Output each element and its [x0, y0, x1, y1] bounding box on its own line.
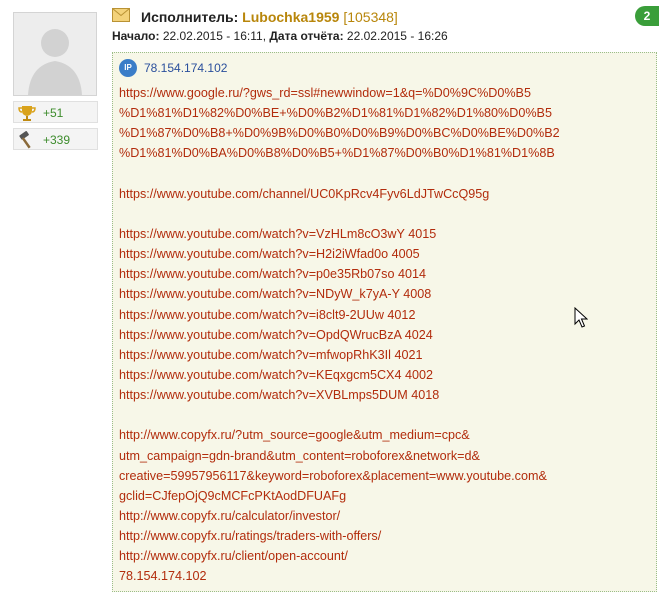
start-value: 22.02.2015 - 16:11,	[162, 29, 267, 43]
video-url-line[interactable]: https://www.youtube.com/watch?v=H2i2iWfa…	[119, 244, 649, 264]
copyfx-url-line[interactable]: http://www.copyfx.ru/calculator/investor…	[119, 506, 649, 526]
report-header: Исполнитель: Lubochka1959 [105348]	[112, 6, 652, 26]
video-url-line[interactable]: https://www.youtube.com/watch?v=VzHLm8cO…	[119, 224, 649, 244]
copyfx-url-line[interactable]: http://www.copyfx.ru/?utm_source=google&…	[119, 425, 649, 445]
channel-url[interactable]: https://www.youtube.com/channel/UC0KpRcv…	[119, 184, 649, 204]
copyfx-url-line[interactable]: http://www.copyfx.ru/client/open-account…	[119, 546, 649, 566]
envelope-icon[interactable]	[112, 8, 130, 22]
video-url-line[interactable]: https://www.youtube.com/watch?v=p0e35Rb0…	[119, 264, 649, 284]
video-url-line[interactable]: https://www.youtube.com/watch?v=NDyW_k7y…	[119, 284, 649, 304]
default-avatar-icon	[28, 29, 82, 95]
video-url-line[interactable]: https://www.youtube.com/watch?v=KEqxgcm5…	[119, 365, 649, 385]
copyfx-url-line[interactable]: creative=59957956117&keyword=roboforex&p…	[119, 466, 649, 486]
report-date-label: Дата отчёта:	[269, 29, 344, 43]
mouse-cursor-icon	[574, 307, 588, 328]
ip-address: 78.154.174.102	[144, 61, 228, 75]
hammer-icon	[19, 131, 31, 149]
performer-name-link[interactable]: Lubochka1959	[242, 9, 339, 25]
tasks-value: +339	[43, 133, 71, 147]
copyfx-url-line[interactable]: utm_campaign=gdn-brand&utm_content=robof…	[119, 446, 649, 466]
rating-value: +51	[43, 106, 64, 120]
tasks-stat: +339	[13, 128, 98, 150]
report-date-value: 22.02.2015 - 16:26	[346, 29, 448, 43]
ip-icon: IP	[119, 59, 137, 77]
start-label: Начало:	[112, 29, 160, 43]
ip-footer-line: 78.154.174.102	[119, 569, 207, 584]
report-text: https://www.google.ru/?gws_rd=ssl#newwin…	[119, 83, 649, 587]
count-badge: 2	[635, 6, 659, 26]
google-url-line[interactable]: %D1%87%D0%B8+%D0%9B%D0%B0%D0%B9%D0%BC%D0…	[119, 123, 649, 143]
video-url-line[interactable]: https://www.youtube.com/watch?v=OpdQWruc…	[119, 325, 649, 345]
performer-id: [105348]	[343, 9, 398, 25]
trophy-icon	[18, 106, 36, 121]
google-url-line[interactable]: %D1%81%D1%82%D0%BE+%D0%B2%D1%81%D1%82%D1…	[119, 103, 649, 123]
performer-line: Исполнитель: Lubochka1959 [105348]	[141, 9, 398, 25]
avatar[interactable]	[13, 12, 97, 96]
video-url-line[interactable]: https://www.youtube.com/watch?v=i8clt9-2…	[119, 305, 649, 325]
google-url-line[interactable]: %D1%81%D0%BA%D0%B8%D0%B5+%D1%87%D0%B0%D1…	[119, 143, 649, 163]
copyfx-url-line[interactable]: gclid=CJfepOjQ9cMCFcPKtAodDFUAFg	[119, 486, 649, 506]
video-url-line[interactable]: https://www.youtube.com/watch?v=mfwopRhK…	[119, 345, 649, 365]
report-dates: Начало: 22.02.2015 - 16:11, Дата отчёта:…	[112, 29, 448, 43]
performer-label: Исполнитель:	[141, 9, 239, 25]
video-url-line[interactable]: https://www.youtube.com/watch?v=XVBLmps5…	[119, 385, 649, 405]
google-url-line[interactable]: https://www.google.ru/?gws_rd=ssl#newwin…	[119, 83, 649, 103]
copyfx-url-line[interactable]: http://www.copyfx.ru/ratings/traders-wit…	[119, 526, 649, 546]
rating-stat: +51	[13, 101, 98, 123]
